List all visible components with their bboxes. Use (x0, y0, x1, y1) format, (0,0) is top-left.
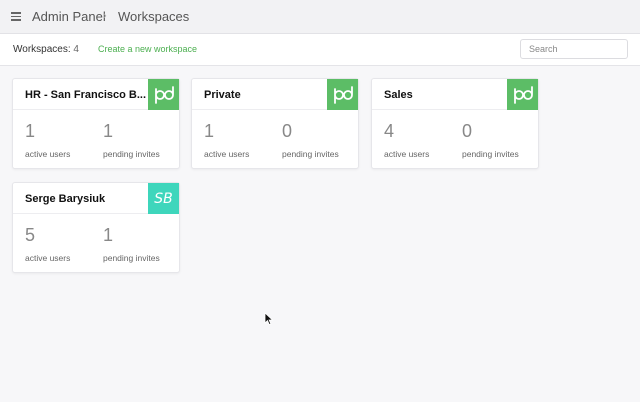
active-users-label: active users (25, 253, 71, 263)
workspace-card-serge[interactable]: Serge Barysiuk SB 5 active users 1 pendi… (12, 182, 180, 273)
active-users-count: 5 (25, 225, 36, 245)
active-users-label: active users (384, 149, 430, 159)
pending-invites-label: pending invites (103, 149, 160, 159)
breadcrumb-workspaces: Workspaces (118, 9, 190, 24)
workspace-name: Private (204, 89, 241, 101)
mouse-cursor-icon (264, 312, 274, 326)
create-workspace-link[interactable]: Create a new workspace (98, 44, 197, 54)
active-users-count: 4 (384, 121, 395, 141)
workspace-name: Sales (384, 89, 413, 101)
active-users-count: 1 (204, 121, 215, 141)
search-input[interactable] (520, 39, 628, 59)
pending-invites-count: 0 (462, 121, 473, 141)
card-header: Private (192, 79, 358, 110)
card-header: Sales (372, 79, 538, 110)
workspace-count-label: Workspaces: (13, 44, 71, 55)
workspace-name: Serge Barysiuk (25, 193, 106, 205)
pending-invites-label: pending invites (282, 149, 339, 159)
pending-invites-count: 1 (103, 225, 114, 245)
pending-invites-count: 0 (282, 121, 293, 141)
active-users-label: active users (204, 149, 250, 159)
pd-logo-icon (148, 79, 179, 110)
pending-invites-label: pending invites (103, 253, 160, 263)
active-users-count: 1 (25, 121, 36, 141)
workspace-card-hr[interactable]: HR - San Francisco B... 1 active users 1… (12, 78, 180, 169)
pd-logo-icon (507, 79, 538, 110)
menu-icon[interactable] (11, 12, 21, 21)
top-bar: Admin Panel › Workspaces (0, 0, 640, 34)
card-header: HR - San Francisco B... (13, 79, 179, 110)
breadcrumb-admin-panel[interactable]: Admin Panel (32, 9, 106, 24)
pending-invites-label: pending invites (462, 149, 519, 159)
workspace-count: Workspaces: 4 (13, 44, 79, 55)
pd-logo-icon (327, 79, 358, 110)
pending-invites-count: 1 (103, 121, 114, 141)
workspaces-toolbar: Workspaces: 4 Create a new workspace (0, 34, 640, 66)
workspace-count-value: 4 (73, 44, 79, 55)
workspace-card-sales[interactable]: Sales 4 active users 0 pending invites (371, 78, 539, 169)
active-users-label: active users (25, 149, 71, 159)
sb-avatar-icon: SB (148, 183, 179, 214)
workspace-card-private[interactable]: Private 1 active users 0 pending invites (191, 78, 359, 169)
breadcrumb-separator-icon: › (103, 10, 107, 22)
workspace-name: HR - San Francisco B... (25, 89, 147, 101)
card-header: Serge Barysiuk SB (13, 183, 179, 214)
